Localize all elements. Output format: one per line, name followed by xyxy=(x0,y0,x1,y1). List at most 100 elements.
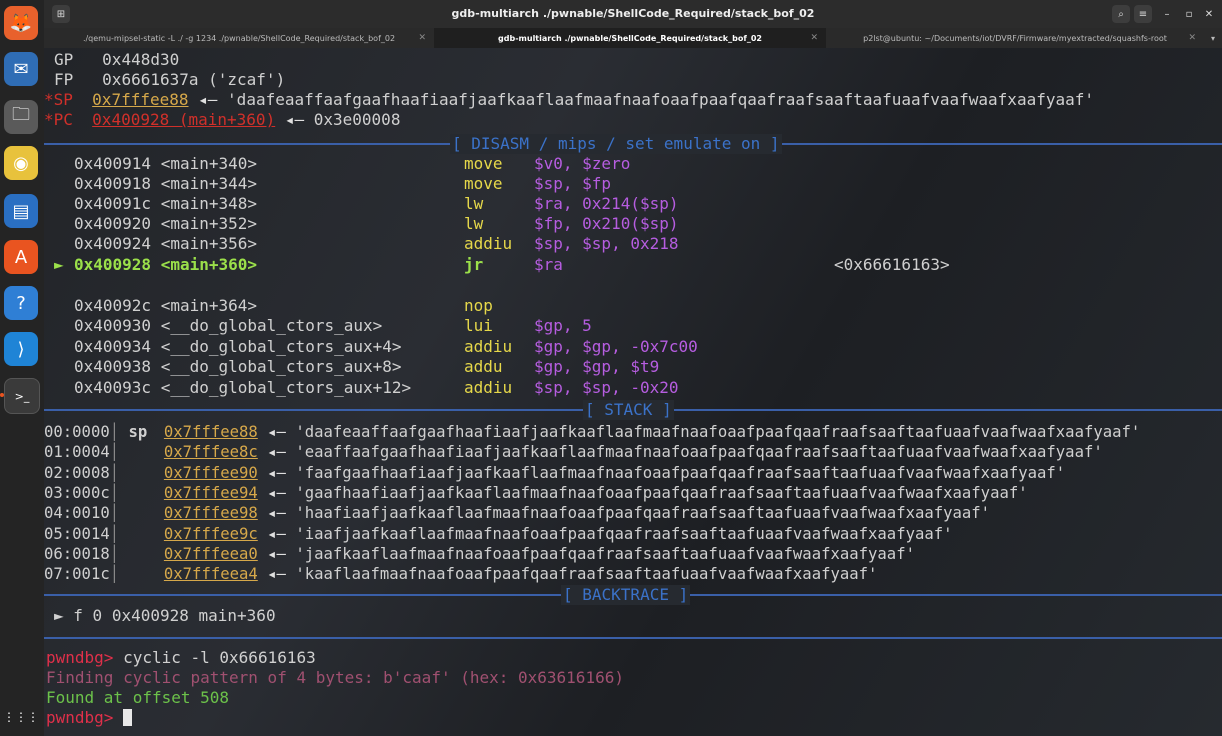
stack-address[interactable]: 0x7fffee98 xyxy=(164,504,258,522)
menu-icon[interactable]: ≡ xyxy=(1134,5,1152,23)
current-marker-icon: ► xyxy=(54,255,64,274)
firefox-icon[interactable]: 🦊 xyxy=(4,6,38,40)
instruction-mnemonic: nop xyxy=(464,296,493,315)
deref-arrow: ◂— xyxy=(267,463,286,482)
stack-index: 01:0004 xyxy=(44,443,110,462)
deref-arrow: ◂— xyxy=(198,90,218,109)
tab-shell[interactable]: p2lst@ubuntu: ~/Documents/iot/DVRF/Firmw… xyxy=(826,28,1204,48)
stack-row: 06:0018│ 0x7fffeea0 ◂— 'jaafkaaflaafmaaf… xyxy=(44,544,915,563)
instruction-mnemonic: lw xyxy=(464,214,484,233)
register-address[interactable]: 0x7fffee88 xyxy=(92,90,188,109)
stack-address[interactable]: 0x7fffee8c xyxy=(164,443,258,461)
stack-row: 03:000c│ 0x7fffee94 ◂— 'gaafhaafiaafjaaf… xyxy=(44,483,1028,502)
stack-value: 'kaaflaafmaafnaafoaafpaafqaafraafsaaftaa… xyxy=(295,565,878,584)
disasm-row: 0x400914 <main+340> move $v0, $zero xyxy=(54,154,834,174)
stack-value: 'iaafjaafkaaflaafmaafnaafoaafpaafqaafraa… xyxy=(295,524,953,543)
instruction-operands: $gp, $gp, -0x7c00 xyxy=(534,337,698,356)
console-output-line: Finding cyclic pattern of 4 bytes: b'caa… xyxy=(46,668,624,687)
app-grid-icon[interactable]: ⋮⋮⋮ xyxy=(3,700,39,734)
stack-address[interactable]: 0x7fffee88 xyxy=(164,423,258,441)
stack-value: 'jaafkaaflaafmaafnaafoaafpaafqaafraafsaa… xyxy=(295,544,915,563)
deref-arrow: ◂— xyxy=(267,504,286,523)
stack-address[interactable]: 0x7fffeea0 xyxy=(164,545,258,563)
stack-index: 05:0014 xyxy=(44,524,110,543)
register-name: *SP xyxy=(44,90,73,109)
stack-index: 02:0008 xyxy=(44,463,110,482)
stack-row: 00:0000│ sp 0x7fffee88 ◂— 'daafeaaffaafg… xyxy=(44,423,1141,441)
backtrace-frame: ► f 0 0x400928 main+360 xyxy=(54,606,276,626)
stack-value: 'eaaffaafgaafhaafiaafjaafkaaflaafmaafnaa… xyxy=(295,443,1103,462)
disasm-row: 0x40091c <main+348> lw $ra, 0x214($sp) xyxy=(54,194,834,214)
separator-rule xyxy=(44,637,1222,639)
instruction-address: 0x40091c <main+348> xyxy=(74,194,258,213)
prompt: pwndbg> xyxy=(46,648,114,667)
vscode-icon[interactable]: ⟩ xyxy=(4,332,38,366)
instruction-address: 0x40093c <__do_global_ctors_aux+12> xyxy=(74,378,412,397)
prompt: pwndbg> xyxy=(46,708,114,727)
tab-list-chevron-icon[interactable]: ▾ xyxy=(1204,28,1222,48)
register-value: 'daafeaaffaafgaafhaafiaafjaafkaaflaafmaa… xyxy=(227,90,1094,109)
stack-index: 00:0000 xyxy=(44,423,110,441)
disasm-row: 0x400920 <main+352> lw $fp, 0x210($sp) xyxy=(54,214,834,234)
deref-arrow: ◂— xyxy=(267,565,286,584)
help-icon[interactable]: ? xyxy=(4,286,38,320)
instruction-address: 0x400918 <main+344> xyxy=(74,174,258,193)
running-indicator xyxy=(0,393,4,397)
rhythmbox-icon[interactable]: ◉ xyxy=(4,146,38,180)
stack-value: 'faafgaafhaafiaafjaafkaaflaafmaafnaafoaa… xyxy=(295,463,1066,482)
disasm-header: [ DISASM / mips / set emulate on ] xyxy=(450,134,782,154)
stack-row: 01:0004│ 0x7fffee8c ◂— 'eaaffaafgaafhaaf… xyxy=(44,443,1103,462)
stack-row: 04:0010│ 0x7fffee98 ◂— 'haafiaafjaafkaaf… xyxy=(44,504,991,523)
tab-gdb[interactable]: gdb-multiarch ./pwnable/ShellCode_Requir… xyxy=(434,28,826,48)
stack-index: 04:0010 xyxy=(44,504,110,523)
maximize-icon[interactable]: ▫ xyxy=(1180,5,1198,23)
tab-label: ./qemu-mipsel-static -L ./ -g 1234 ./pwn… xyxy=(82,33,396,43)
close-tab-icon[interactable]: ✕ xyxy=(1188,33,1196,43)
console-input-line[interactable]: pwndbg> xyxy=(46,708,133,728)
files-icon[interactable]: 🗀 xyxy=(4,100,38,134)
register-pc: *PC 0x400928 (main+360) ◂— 0x3e00008 xyxy=(44,110,400,130)
stack-index: 07:001c xyxy=(44,565,110,584)
close-tab-icon[interactable]: ✕ xyxy=(418,33,426,43)
register-value: 0x6661637a ('zcaf') xyxy=(102,70,286,89)
stack-address[interactable]: 0x7fffee9c xyxy=(164,525,258,543)
disasm-row-current: ► 0x400928 <main+360> jr $ra <0x66616163> xyxy=(54,255,950,275)
instruction-address: 0x400920 <main+352> xyxy=(74,214,258,233)
instruction-mnemonic: addiu xyxy=(464,337,513,356)
instruction-mnemonic: lui xyxy=(464,316,493,335)
stack-address[interactable]: 0x7fffeea4 xyxy=(164,565,258,583)
disasm-row: 0x40093c <__do_global_ctors_aux+12> addiu… xyxy=(54,378,834,398)
search-icon[interactable]: ⌕ xyxy=(1112,5,1130,23)
instruction-operands: $gp, $gp, $t9 xyxy=(534,357,660,376)
instruction-mnemonic: addiu xyxy=(464,378,513,397)
disasm-row: 0x400934 <__do_global_ctors_aux+4> addiu $… xyxy=(54,337,834,357)
writer-icon[interactable]: ▤ xyxy=(4,194,38,228)
instruction-address: 0x400928 <main+360> xyxy=(74,255,258,274)
stack-address[interactable]: 0x7fffee94 xyxy=(164,484,258,502)
stack-address[interactable]: 0x7fffee90 xyxy=(164,464,258,482)
register-name: FP xyxy=(54,70,74,89)
register-address[interactable]: 0x400928 (main+360) xyxy=(92,110,275,129)
terminal-view[interactable]: GP 0x448d30 FP 0x6661637a ('zcaf') *SP 0… xyxy=(44,48,1222,736)
close-icon[interactable]: ✕ xyxy=(1200,5,1218,23)
stack-separator: [ STACK ] xyxy=(44,400,1222,420)
tab-label: gdb-multiarch ./pwnable/ShellCode_Requir… xyxy=(498,33,762,43)
instruction-mnemonic: addiu xyxy=(464,234,513,253)
thunderbird-icon[interactable]: ✉ xyxy=(4,52,38,86)
instruction-address: 0x400934 <__do_global_ctors_aux+4> xyxy=(74,337,402,356)
console-command-line: pwndbg> cyclic -l 0x66616163 xyxy=(46,648,316,668)
instruction-address: 0x400914 <main+340> xyxy=(74,154,258,173)
register-name: *PC xyxy=(44,110,73,129)
terminal-icon[interactable]: >_ xyxy=(4,378,40,414)
instruction-operands: $sp, $sp, -0x20 xyxy=(534,378,679,397)
minimize-icon[interactable]: – xyxy=(1158,5,1176,23)
tab-qemu[interactable]: ./qemu-mipsel-static -L ./ -g 1234 ./pwn… xyxy=(44,28,434,48)
disasm-separator: [ DISASM / mips / set emulate on ] xyxy=(44,134,1222,154)
register-name: GP xyxy=(54,50,74,69)
stack-value: 'daafeaaffaafgaafhaafiaafjaafkaaflaafmaa… xyxy=(295,423,1141,441)
title-bar: ⊞ gdb-multiarch ./pwnable/ShellCode_Requ… xyxy=(44,0,1222,28)
software-icon[interactable]: A xyxy=(4,240,38,274)
bottom-separator xyxy=(44,628,1222,648)
register-fp: FP 0x6661637a ('zcaf') xyxy=(54,70,285,90)
close-tab-icon[interactable]: ✕ xyxy=(810,33,818,43)
